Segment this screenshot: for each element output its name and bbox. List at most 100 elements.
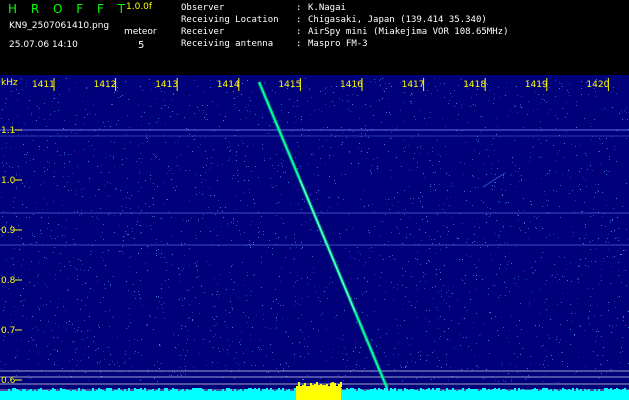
noise-dot xyxy=(611,369,612,370)
noise-dot xyxy=(510,226,511,227)
noise-dot xyxy=(482,279,483,280)
noise-dot xyxy=(466,255,467,256)
noise-dot xyxy=(521,175,522,176)
noise-floor-spike xyxy=(422,389,424,392)
noise-dot xyxy=(595,192,596,193)
noise-dot xyxy=(441,367,442,368)
noise-floor-spike xyxy=(500,390,502,392)
noise-dot xyxy=(390,170,391,171)
noise-dot xyxy=(96,349,97,350)
noise-dot xyxy=(429,117,430,118)
noise-dot xyxy=(20,295,21,296)
noise-dot xyxy=(480,247,481,248)
noise-dot xyxy=(612,220,613,221)
noise-dot xyxy=(179,367,180,368)
noise-dot xyxy=(397,284,398,285)
noise-dot xyxy=(217,283,218,284)
noise-dot xyxy=(201,182,202,183)
noise-dot xyxy=(438,378,439,379)
noise-dot xyxy=(309,88,310,89)
noise-dot xyxy=(492,260,493,261)
noise-dot xyxy=(297,106,298,107)
noise-dot xyxy=(23,259,24,260)
noise-dot xyxy=(53,176,54,177)
noise-dot xyxy=(405,147,406,148)
noise-floor-spike xyxy=(398,389,400,392)
noise-dot xyxy=(113,276,114,277)
noise-dot xyxy=(447,339,448,340)
noise-dot xyxy=(150,225,151,226)
echo-burst-spike xyxy=(314,384,316,387)
noise-dot xyxy=(618,275,619,276)
noise-dot xyxy=(362,312,363,313)
noise-dot xyxy=(627,239,628,240)
noise-dot xyxy=(173,335,174,336)
noise-dot xyxy=(161,108,162,109)
noise-floor-spike xyxy=(526,390,528,392)
noise-dot xyxy=(171,100,172,101)
noise-dot xyxy=(432,243,433,244)
noise-dot xyxy=(451,320,452,321)
noise-dot xyxy=(342,339,343,340)
noise-dot xyxy=(539,230,540,231)
noise-dot xyxy=(140,233,141,234)
noise-dot xyxy=(439,360,440,361)
noise-dot xyxy=(571,226,572,227)
noise-dot xyxy=(341,127,342,128)
noise-dot xyxy=(71,190,72,191)
noise-dot xyxy=(238,145,239,146)
noise-dot xyxy=(274,168,275,169)
noise-dot xyxy=(579,325,580,326)
noise-dot xyxy=(313,272,314,273)
noise-dot xyxy=(330,197,331,198)
noise-dot xyxy=(269,125,270,126)
noise-dot xyxy=(476,94,477,95)
noise-floor-spike xyxy=(118,388,120,392)
noise-dot xyxy=(540,127,541,128)
noise-dot xyxy=(448,103,449,104)
noise-dot xyxy=(130,142,131,143)
noise-dot xyxy=(179,169,180,170)
noise-dot xyxy=(302,247,303,248)
noise-dot xyxy=(226,92,227,93)
noise-dot xyxy=(125,354,126,355)
noise-dot xyxy=(255,114,256,115)
noise-dot xyxy=(404,320,405,321)
noise-dot xyxy=(498,381,499,382)
noise-dot xyxy=(39,309,40,310)
noise-dot xyxy=(510,175,511,176)
noise-dot xyxy=(442,209,443,210)
noise-floor-spike xyxy=(612,390,614,392)
noise-dot xyxy=(578,357,579,358)
noise-dot xyxy=(24,186,25,187)
noise-dot xyxy=(365,134,366,135)
noise-dot xyxy=(550,170,551,171)
noise-floor-spike xyxy=(8,389,10,392)
noise-dot xyxy=(282,166,283,167)
noise-floor-spike xyxy=(492,389,494,392)
noise-dot xyxy=(607,360,608,361)
noise-dot xyxy=(519,168,520,169)
noise-floor-spike xyxy=(178,391,180,392)
noise-dot xyxy=(509,253,510,254)
noise-dot xyxy=(412,94,413,95)
noise-dot xyxy=(506,338,507,339)
noise-dot xyxy=(371,173,372,174)
noise-dot xyxy=(520,104,521,105)
noise-dot xyxy=(249,240,250,241)
noise-floor-spike xyxy=(26,391,28,392)
noise-dot xyxy=(609,325,610,326)
noise-dot xyxy=(365,125,366,126)
noise-dot xyxy=(598,184,599,185)
noise-dot xyxy=(159,159,160,160)
noise-floor-spike xyxy=(120,390,122,392)
noise-dot xyxy=(529,303,530,304)
noise-dot xyxy=(623,250,624,251)
noise-dot xyxy=(194,80,195,81)
noise-dot xyxy=(353,351,354,352)
noise-dot xyxy=(337,203,338,204)
noise-dot xyxy=(147,246,148,247)
noise-dot xyxy=(88,357,89,358)
noise-dot xyxy=(508,342,509,343)
noise-floor-spike xyxy=(40,388,42,392)
